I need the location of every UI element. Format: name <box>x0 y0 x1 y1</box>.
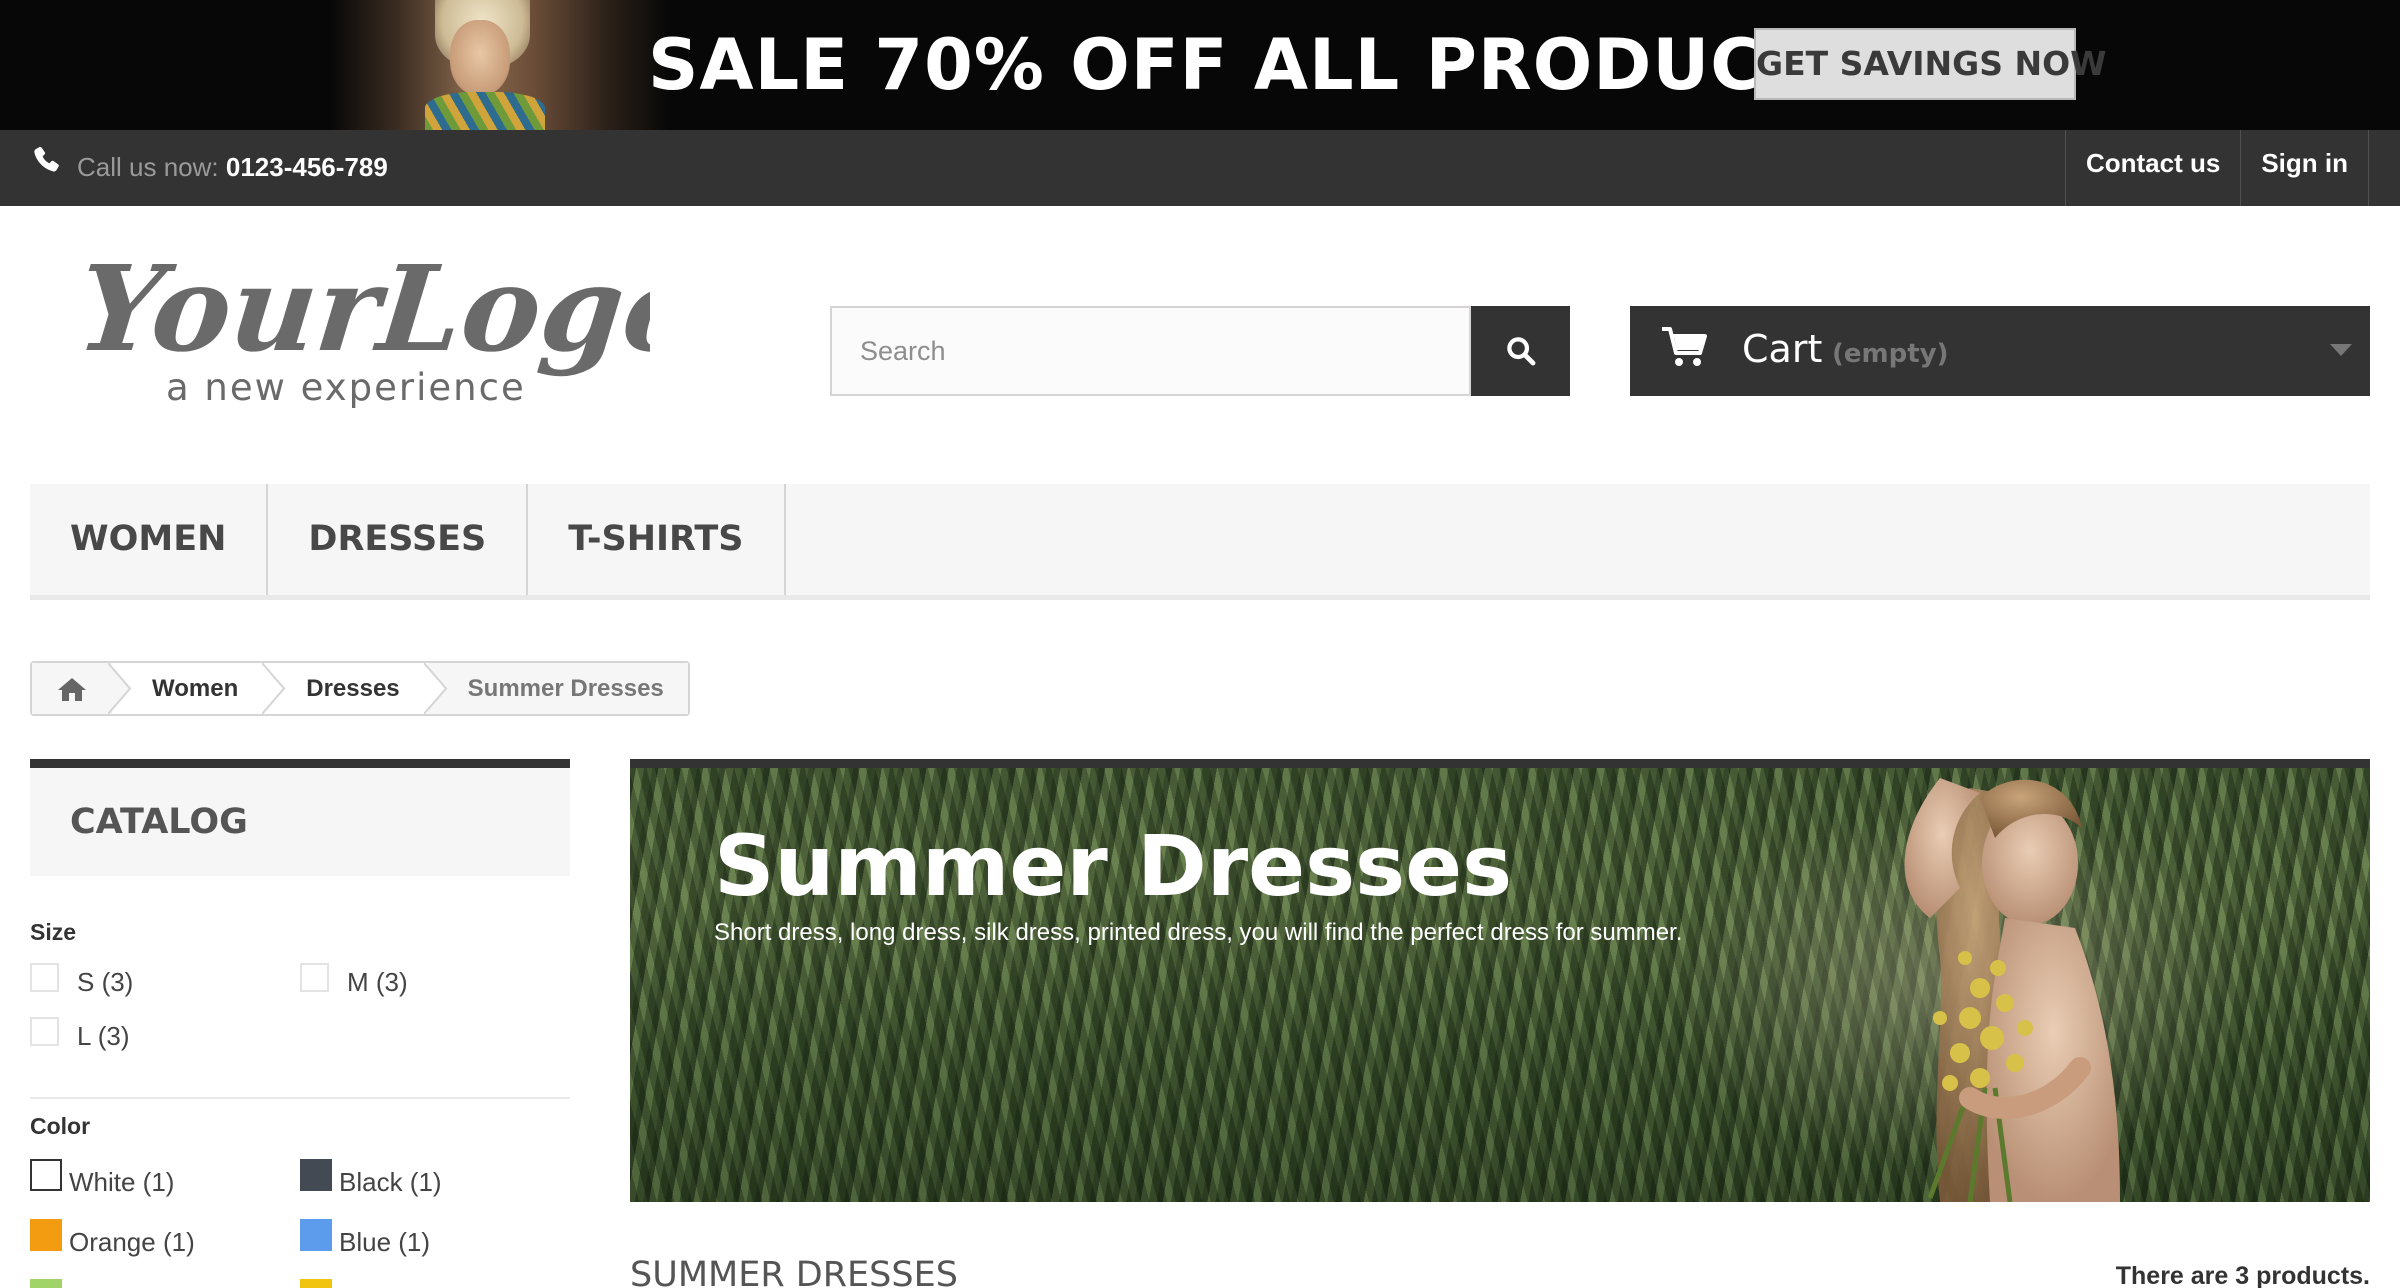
menu-item-dresses[interactable]: DRESSES <box>268 484 529 595</box>
filter-divider <box>30 1097 570 1099</box>
category-banner: Summer Dresses Short dress, long dress, … <box>630 759 2370 1202</box>
search-button[interactable] <box>1471 306 1570 396</box>
breadcrumb-current: Summer Dresses <box>423 663 688 714</box>
model-photo <box>1904 778 2120 1202</box>
color-swatch-yellow[interactable] <box>300 1279 332 1288</box>
size-l-checkbox[interactable] <box>30 1017 59 1046</box>
breadcrumb-separator <box>423 663 447 714</box>
category-description: Short dress, long dress, silk dress, pri… <box>714 919 1683 946</box>
product-count: There are 3 products. <box>2115 1262 2370 1288</box>
logo-text: YourLogo <box>80 240 650 378</box>
contact-us-link[interactable]: Contact us <box>2064 130 2240 206</box>
breadcrumb-home[interactable] <box>32 663 112 714</box>
color-swatch-black[interactable] <box>300 1159 332 1191</box>
phone-icon <box>34 146 59 172</box>
get-savings-button[interactable]: GET SAVINGS NOW <box>1754 28 2107 100</box>
size-s-checkbox[interactable] <box>30 963 59 992</box>
size-m-label[interactable]: M (3) <box>347 966 408 998</box>
promo-headline: SALE 70% OFF ALL PRODUCTS <box>648 24 1863 106</box>
color-swatch-green[interactable] <box>30 1279 62 1288</box>
color-filter-title: Color <box>30 1113 91 1139</box>
cart-label: Cart <box>1742 327 1823 371</box>
color-swatch-white[interactable] <box>30 1159 62 1191</box>
color-swatch-blue[interactable] <box>300 1219 332 1251</box>
size-s-label[interactable]: S (3) <box>77 966 133 998</box>
sign-in-link[interactable]: Sign in <box>2240 130 2369 206</box>
search-input[interactable] <box>830 306 1471 396</box>
breadcrumb-label: Women <box>152 675 239 702</box>
chevron-down-icon <box>2330 344 2352 356</box>
header-links: Contact us Sign in <box>2064 130 2369 206</box>
color-white-label[interactable]: White (1) <box>69 1166 174 1198</box>
logo-tagline: a new experience <box>166 366 526 409</box>
size-l-label[interactable]: L (3) <box>77 1020 130 1052</box>
breadcrumb-separator <box>108 663 132 714</box>
promo-banner[interactable]: SALE 70% OFF ALL PRODUCTS GET SAVINGS NO… <box>0 0 2400 130</box>
catalog-title: CATALOG <box>70 802 248 842</box>
menu-item-women[interactable]: WOMEN <box>30 484 269 595</box>
breadcrumb-women[interactable]: Women <box>108 663 267 714</box>
breadcrumb-separator <box>262 663 286 714</box>
breadcrumb-dresses[interactable]: Dresses <box>262 663 428 714</box>
color-orange-label[interactable]: Orange (1) <box>69 1226 195 1258</box>
cart-button[interactable]: Cart (empty) <box>1630 306 2370 396</box>
main-menu: WOMEN DRESSES T-SHIRTS <box>30 484 2370 600</box>
cart-icon <box>1662 327 1707 366</box>
size-filter-title: Size <box>30 919 77 945</box>
phone-number: 0123-456-789 <box>225 152 388 182</box>
color-black-label[interactable]: Black (1) <box>339 1166 442 1198</box>
breadcrumb: Women Dresses Summer Dresses <box>30 661 690 716</box>
store-logo[interactable]: YourLogo a new experience <box>80 240 650 420</box>
cart-status: (empty) <box>1832 339 1949 369</box>
search-icon <box>1506 337 1535 366</box>
call-label: Call us now: <box>77 152 219 182</box>
menu-item-tshirts[interactable]: T-SHIRTS <box>528 484 786 595</box>
category-banner-title: Summer Dresses <box>714 817 1513 915</box>
color-blue-label[interactable]: Blue (1) <box>339 1226 430 1258</box>
home-icon <box>58 677 86 701</box>
promo-model-image <box>330 0 670 130</box>
color-swatch-orange[interactable] <box>30 1219 62 1251</box>
size-m-checkbox[interactable] <box>300 963 329 992</box>
catalog-block-header: CATALOG <box>30 759 570 876</box>
call-us-text: Call us now: 0123-456-789 <box>77 150 388 184</box>
breadcrumb-label: Summer Dresses <box>467 675 664 702</box>
breadcrumb-label: Dresses <box>306 675 400 702</box>
category-heading: SUMMER DRESSES <box>630 1255 958 1288</box>
